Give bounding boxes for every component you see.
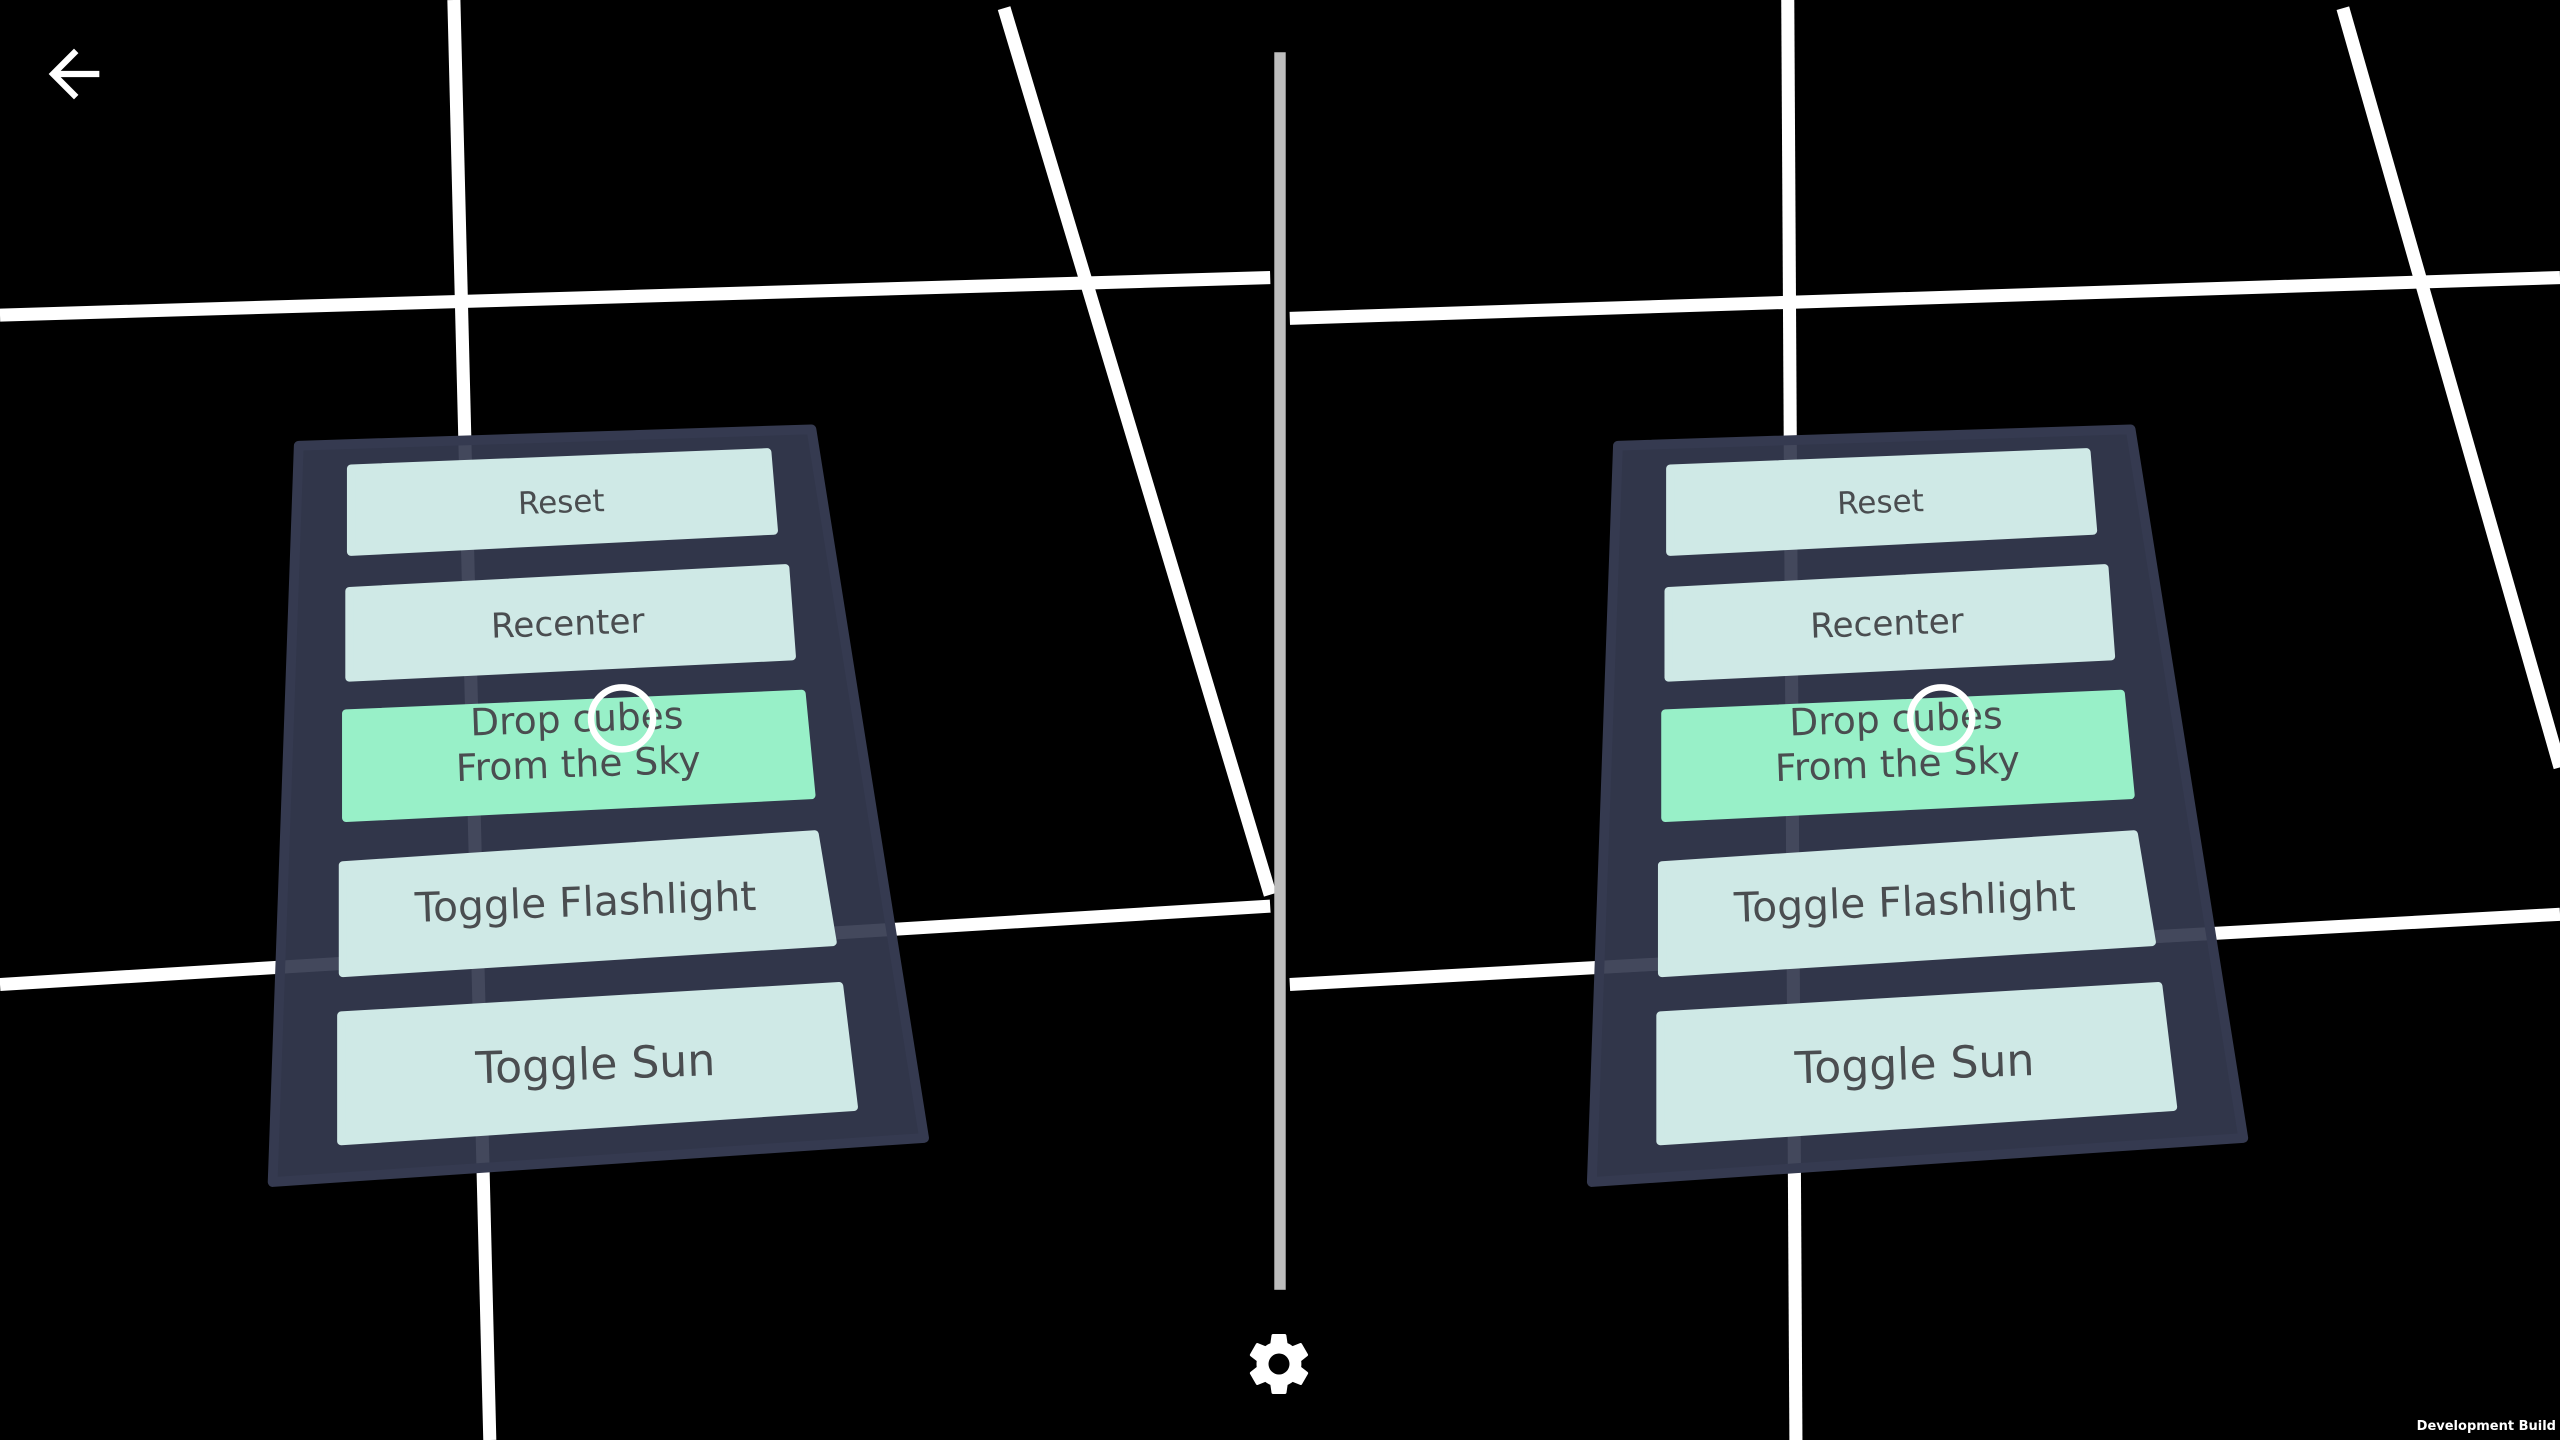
arrow-left-icon <box>48 48 100 100</box>
settings-button[interactable] <box>1243 1328 1315 1400</box>
recenter-button[interactable]: Recenter <box>345 564 796 682</box>
drop-cubes-button[interactable]: Drop cubesFrom the Sky <box>342 689 816 823</box>
button-label: Recenter <box>1810 601 1966 646</box>
back-button[interactable] <box>36 36 112 112</box>
drop-cubes-button[interactable]: Drop cubesFrom the Sky <box>1661 689 2135 823</box>
button-label: Drop cubesFrom the Sky <box>454 693 702 791</box>
button-label: Toggle Sun <box>474 1035 716 1094</box>
vr-menu: Reset Recenter Drop cubesFrom the Sky Toggl… <box>1586 424 2249 1187</box>
gear-icon <box>1249 1334 1309 1395</box>
floor-grid-line <box>2336 6 2560 770</box>
reset-button[interactable]: Reset <box>1666 448 2098 556</box>
vr-menu: Reset Recenter Drop cubesFrom the Sky Toggl… <box>267 424 929 1187</box>
development-build-badge: Development Build <box>2416 1419 2556 1434</box>
right-eye-view: Reset Recenter Drop cubesFrom the Sky Toggl… <box>1289 0 2560 1440</box>
vr-stereo-scene: Reset Recenter Drop cubesFrom the Sky Toggl… <box>0 0 2560 1440</box>
reset-button[interactable]: Reset <box>346 448 778 556</box>
floor-grid-line <box>997 6 1277 897</box>
button-label: Recenter <box>490 601 646 646</box>
button-label: Reset <box>517 483 605 522</box>
eye-divider <box>1274 52 1286 1290</box>
button-label: Toggle Sun <box>1793 1035 2035 1094</box>
button-label: Reset <box>1837 483 1925 522</box>
left-eye-view: Reset Recenter Drop cubesFrom the Sky Toggl… <box>0 0 1277 1440</box>
floor-grid-line <box>0 271 1271 322</box>
floor-grid-line <box>1289 271 2560 325</box>
button-label: Drop cubesFrom the Sky <box>1773 693 2021 791</box>
recenter-button[interactable]: Recenter <box>1664 564 2116 682</box>
